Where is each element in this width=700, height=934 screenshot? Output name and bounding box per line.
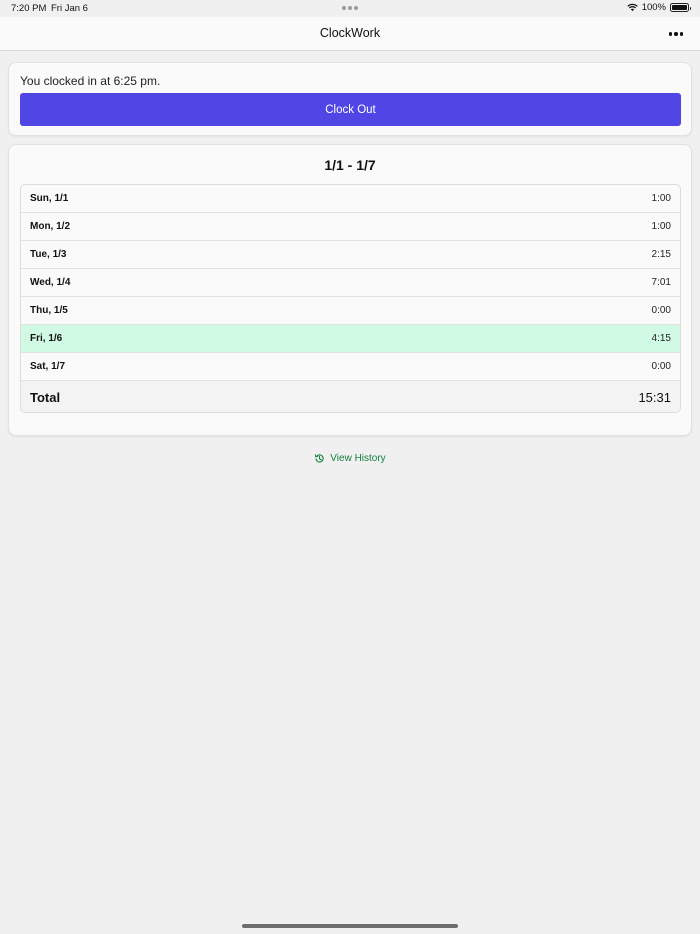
status-bar: 7:20 PM Fri Jan 6 100% <box>0 0 700 17</box>
day-label: Mon, 1/2 <box>30 221 71 232</box>
day-hours: 0:00 <box>651 305 671 316</box>
hours-table: Sun, 1/1 1:00 Mon, 1/2 1:00 Tue, 1/3 2:1… <box>20 184 681 413</box>
day-label: Sat, 1/7 <box>30 361 66 372</box>
total-hours: 15:31 <box>638 389 671 405</box>
history-icon <box>315 454 324 463</box>
table-row[interactable]: Sat, 1/7 0:00 <box>21 353 680 381</box>
day-hours: 7:01 <box>651 277 671 288</box>
more-options-icon[interactable] <box>668 32 683 36</box>
status-date: Fri Jan 6 <box>51 3 88 14</box>
home-indicator[interactable] <box>242 924 458 928</box>
day-hours: 2:15 <box>651 249 671 260</box>
table-row[interactable]: Wed, 1/4 7:01 <box>21 269 680 297</box>
status-right: 100% <box>626 2 691 13</box>
status-time: 7:20 PM <box>11 3 47 14</box>
total-label: Total <box>30 389 61 405</box>
clock-out-button[interactable]: Clock Out <box>20 93 681 126</box>
app-title: ClockWork <box>319 26 381 40</box>
day-hours: 4:15 <box>651 333 671 344</box>
day-label: Tue, 1/3 <box>30 249 67 260</box>
day-label: Sun, 1/1 <box>30 193 69 204</box>
clock-status-card: You clocked in at 6:25 pm. Clock Out <box>8 62 692 136</box>
total-row: Total 15:31 <box>21 381 680 412</box>
day-hours: 1:00 <box>651 221 671 232</box>
nav-bar: ClockWork <box>0 17 700 51</box>
view-history-label: View History <box>330 453 386 464</box>
battery-icon <box>670 3 691 12</box>
table-row[interactable]: Thu, 1/5 0:00 <box>21 297 680 325</box>
day-label: Fri, 1/6 <box>30 333 63 344</box>
day-label: Wed, 1/4 <box>30 277 71 288</box>
day-hours: 1:00 <box>651 193 671 204</box>
table-row-today[interactable]: Fri, 1/6 4:15 <box>21 325 680 353</box>
wifi-icon <box>626 3 638 12</box>
week-range: 1/1 - 1/7 <box>324 157 376 173</box>
table-row[interactable]: Sun, 1/1 1:00 <box>21 185 680 213</box>
week-summary-card: 1/1 - 1/7 Sun, 1/1 1:00 Mon, 1/2 1:00 Tu… <box>8 144 692 436</box>
day-label: Thu, 1/5 <box>30 305 68 316</box>
multitasking-dots-icon[interactable] <box>342 6 358 10</box>
battery-percent: 100% <box>641 2 666 13</box>
table-row[interactable]: Tue, 1/3 2:15 <box>21 241 680 269</box>
table-row[interactable]: Mon, 1/2 1:00 <box>21 213 680 241</box>
clock-in-message: You clocked in at 6:25 pm. <box>20 74 161 88</box>
day-hours: 0:00 <box>651 361 671 372</box>
view-history-link[interactable]: View History <box>0 453 700 464</box>
